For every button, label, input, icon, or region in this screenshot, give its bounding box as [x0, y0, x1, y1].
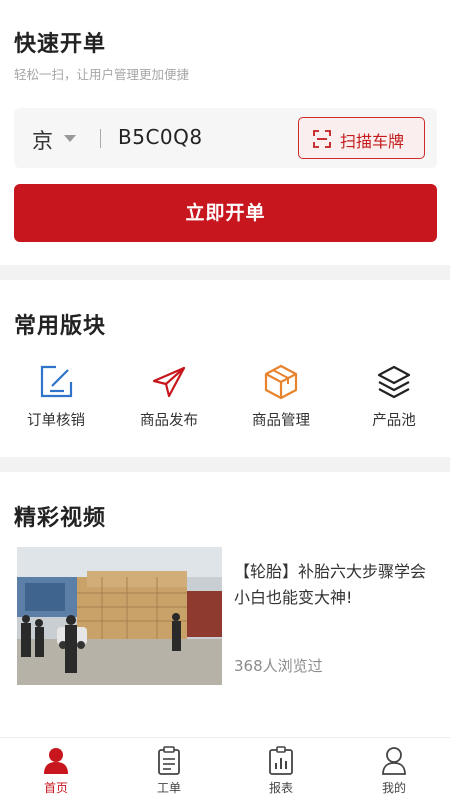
video-thumbnail-image: [17, 547, 222, 685]
quick-order-subtitle: 轻松一扫，让用户管理更加便捷: [14, 67, 190, 82]
report-icon: [269, 746, 293, 775]
tab-label: 首页: [43, 781, 68, 795]
layers-icon: [377, 365, 411, 399]
home-user-icon: [44, 748, 68, 774]
featured-videos-title: 精彩视频: [14, 506, 107, 531]
tab-label: 我的: [381, 781, 406, 795]
tab-home[interactable]: 首页: [0, 738, 112, 800]
scan-plate-button[interactable]: 扫描车牌: [298, 117, 425, 159]
profile-icon: [382, 747, 406, 775]
chevron-down-icon[interactable]: [64, 135, 76, 142]
shortcut-label: 订单核销: [27, 413, 85, 429]
box-icon: [264, 364, 298, 400]
license-plate-input-group: 京 B5C0Q8 扫描车牌: [14, 108, 437, 168]
common-blocks-card: 常用版块 订单核销 商品发布 商品管理 产品池: [0, 280, 450, 457]
video-view-count: 368人浏览过: [234, 657, 323, 675]
shortcut-grid: 订单核销 商品发布 商品管理 产品池: [0, 364, 450, 434]
video-title[interactable]: 【轮胎】补胎六大步骤学会小白也能变大神!: [234, 559, 434, 611]
quick-order-title: 快速开单: [14, 32, 107, 57]
bottom-tab-bar: 首页 工单 报表 我的: [0, 737, 450, 800]
scan-icon: [313, 130, 331, 148]
shortcut-label: 商品发布: [140, 413, 198, 429]
create-order-button[interactable]: 立即开单: [14, 184, 437, 242]
shortcut-product-pool[interactable]: 产品池: [338, 364, 450, 434]
edit-icon: [40, 365, 73, 398]
scan-plate-label: 扫描车牌: [340, 132, 405, 151]
plate-number-input[interactable]: B5C0Q8: [118, 125, 203, 149]
tab-label: 报表: [268, 781, 293, 795]
divider: [100, 129, 101, 148]
shortcut-label: 商品管理: [252, 413, 310, 429]
shortcut-order-verify[interactable]: 订单核销: [0, 364, 112, 434]
tab-work-order[interactable]: 工单: [113, 738, 225, 800]
shortcut-label: 产品池: [372, 413, 416, 429]
clipboard-icon: [158, 746, 180, 775]
tab-report[interactable]: 报表: [225, 738, 337, 800]
tab-label: 工单: [156, 781, 181, 795]
shortcut-product-publish[interactable]: 商品发布: [113, 364, 225, 434]
send-icon: [152, 366, 186, 398]
quick-order-card: 快速开单 轻松一扫，让用户管理更加便捷 京 B5C0Q8 扫描车牌 立即开单: [0, 0, 450, 265]
featured-videos-card: 精彩视频 【轮胎】补胎六大步骤学会小白也能变大神! 368人浏览过: [0, 472, 450, 740]
common-blocks-title: 常用版块: [14, 314, 107, 339]
shortcut-product-manage[interactable]: 商品管理: [225, 364, 337, 434]
province-selector[interactable]: 京: [32, 125, 53, 155]
tab-profile[interactable]: 我的: [338, 738, 450, 800]
video-thumbnail[interactable]: [17, 547, 222, 685]
video-item[interactable]: 【轮胎】补胎六大步骤学会小白也能变大神! 368人浏览过: [17, 547, 437, 687]
